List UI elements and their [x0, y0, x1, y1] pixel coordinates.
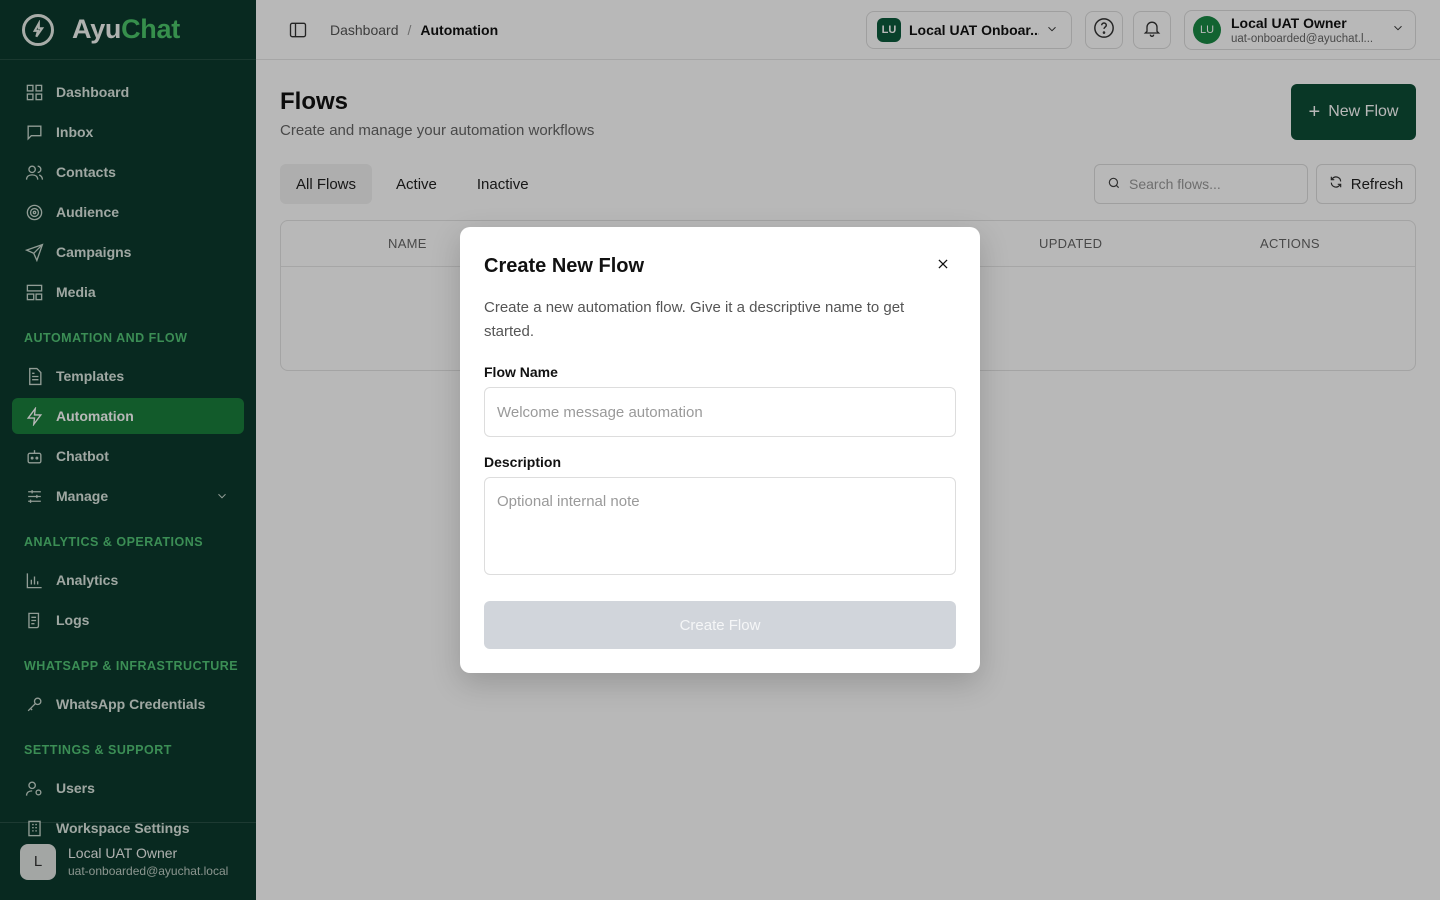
flow-name-label: Flow Name [484, 364, 558, 380]
flow-name-input[interactable] [484, 387, 956, 437]
dialog-title: Create New Flow [484, 255, 645, 277]
create-flow-dialog: Create New Flow Create a new automation … [460, 227, 980, 673]
close-button[interactable] [932, 255, 954, 277]
close-icon [936, 257, 950, 276]
description-textarea[interactable] [484, 477, 956, 575]
create-flow-button[interactable]: Create Flow [484, 601, 956, 649]
description-label: Description [484, 454, 562, 470]
dialog-description: Create a new automation flow. Give it a … [484, 299, 905, 340]
